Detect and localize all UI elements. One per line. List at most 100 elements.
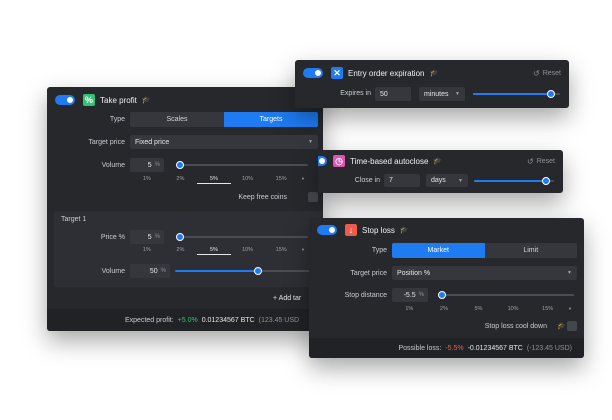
type-option-scales[interactable]: Scales	[130, 112, 224, 127]
target-price-label: Target price	[88, 139, 125, 146]
expires-slider-handle[interactable]	[547, 90, 556, 98]
expected-profit-pct: +5.0%	[177, 316, 198, 324]
distance-tick-1[interactable]: 1%	[392, 306, 427, 313]
chevron-down-icon: ▼	[308, 139, 313, 145]
volume-tick-5[interactable]: 5%	[197, 176, 231, 184]
volume-ticks: 1% 2% 5% 10% 15% ▼	[130, 176, 308, 184]
target-volume-slider[interactable]	[175, 267, 323, 275]
entry-expiration-reset-button[interactable]: ↺ Reset	[533, 60, 561, 86]
target-volume-input[interactable]: 50 %	[130, 264, 170, 278]
expires-input[interactable]: 50	[375, 87, 411, 101]
type-option-targets[interactable]: Targets	[224, 112, 318, 127]
stop-distance-slider-handle[interactable]	[438, 291, 446, 299]
autoclose-title: Time-based autoclose	[350, 156, 429, 166]
distance-tick-10[interactable]: 10%	[496, 306, 531, 313]
reset-icon: ↺	[533, 68, 540, 78]
expected-profit-label: Expected profit:	[125, 316, 174, 324]
graduation-cap-icon[interactable]: 🎓	[142, 96, 151, 104]
price-tick-10[interactable]: 10%	[231, 247, 265, 255]
price-label: Price %	[100, 234, 125, 241]
price-tick-15[interactable]: 15%	[264, 247, 298, 255]
close-in-slider-fill	[474, 180, 546, 182]
autoclose-reset-button[interactable]: ↺ Reset	[527, 150, 555, 172]
price-input[interactable]: 5 %	[130, 230, 164, 244]
target-volume-unit: %	[160, 268, 166, 274]
close-in-label: Close in	[354, 177, 380, 184]
possible-loss-bar: Possible loss: -5.5% -0.01234567 BTC (-1…	[309, 338, 584, 358]
cooldown-checkbox[interactable]	[567, 321, 577, 331]
possible-loss-btc: -0.01234567 BTC	[467, 344, 523, 352]
add-target-button[interactable]: + Add tar	[273, 295, 301, 302]
price-tick-5[interactable]: 5%	[197, 247, 231, 255]
distance-tick-2[interactable]: 2%	[427, 306, 462, 313]
price-slider-handle[interactable]	[176, 233, 184, 241]
target-volume-value: 50	[149, 267, 158, 275]
distance-ticks-chevron-icon[interactable]: ▼	[565, 306, 575, 313]
price-ticks-chevron-icon[interactable]: ▼	[298, 247, 308, 255]
target-title: Target 1	[61, 216, 87, 223]
cooldown-label: Stop loss cool down	[484, 323, 547, 330]
price-tick-2[interactable]: 2%	[164, 247, 198, 255]
stop-loss-target-price-select[interactable]: Position % ▼	[392, 266, 577, 280]
target-price-value: Fixed price	[135, 138, 170, 146]
expected-profit-usd: (123.45 USD	[258, 316, 300, 324]
chevron-down-icon: ▼	[458, 177, 463, 184]
reset-label: Reset	[536, 157, 555, 165]
price-unit: %	[154, 234, 160, 240]
stop-distance-slider[interactable]	[438, 291, 574, 299]
close-in-unit-select[interactable]: days ▼	[426, 174, 468, 187]
graduation-cap-icon[interactable]: 🎓	[400, 226, 409, 234]
expected-profit-bar: Expected profit: +5.0% 0.01234567 BTC (1…	[47, 309, 323, 331]
volume-tick-15[interactable]: 15%	[264, 176, 298, 184]
price-ticks: 1% 2% 5% 10% 15% ▼	[130, 247, 308, 255]
stop-distance-unit: %	[418, 292, 424, 298]
price-slider[interactable]	[176, 233, 308, 241]
expires-unit-select[interactable]: minutes ▼	[419, 87, 465, 101]
stop-loss-target-price-value: Position %	[397, 269, 431, 277]
graduation-cap-icon[interactable]: 🎓	[557, 322, 566, 330]
volume-tick-10[interactable]: 10%	[231, 176, 265, 184]
stop-loss-toggle[interactable]	[317, 225, 337, 235]
take-profit-toggle[interactable]	[55, 95, 75, 105]
type-option-market[interactable]: Market	[392, 243, 485, 258]
close-in-slider-handle[interactable]	[542, 177, 550, 185]
volume-input[interactable]: 5 %	[130, 158, 164, 172]
take-profit-title: Take profit	[100, 95, 137, 105]
graduation-cap-icon[interactable]: 🎓	[433, 157, 442, 165]
distance-tick-5[interactable]: 5%	[461, 306, 496, 313]
stop-loss-type-switch: Market Limit	[392, 243, 577, 258]
volume-tick-1[interactable]: 1%	[130, 176, 164, 184]
graduation-cap-icon[interactable]: 🎓	[429, 69, 438, 77]
percent-icon: %	[83, 94, 95, 106]
volume-slider-handle[interactable]	[176, 161, 184, 169]
close-icon: ✕	[331, 67, 343, 79]
clock-icon: ◷	[333, 155, 345, 167]
target-volume-slider-handle[interactable]	[253, 267, 262, 275]
expires-slider[interactable]	[473, 90, 560, 98]
price-value: 5	[147, 233, 152, 241]
autoclose-toggle[interactable]	[318, 156, 327, 166]
close-in-input[interactable]: 7	[384, 174, 420, 187]
keep-free-coins-checkbox[interactable]	[308, 192, 318, 202]
target-price-select[interactable]: Fixed price ▼	[130, 135, 318, 149]
stop-distance-ticks: 1% 2% 5% 10% 15% ▼	[392, 306, 575, 313]
take-profit-panel: % Take profit 🎓 ↺ Type Scales Targets Ta…	[47, 87, 323, 331]
possible-loss-pct: -5.5%	[445, 344, 464, 352]
stop-distance-value: -5.5	[403, 291, 416, 299]
possible-loss-label: Possible loss:	[398, 344, 442, 352]
close-in-slider[interactable]	[474, 177, 554, 185]
expires-value: 50	[380, 90, 388, 98]
close-in-unit-value: days	[431, 177, 446, 184]
stop-distance-input[interactable]: -5.5 %	[392, 288, 428, 302]
volume-tick-2[interactable]: 2%	[164, 176, 198, 184]
entry-expiration-panel: ✕ Entry order expiration 🎓 ↺ Reset Expir…	[295, 60, 569, 108]
ticks-chevron-icon[interactable]: ▼	[298, 176, 308, 184]
type-option-limit[interactable]: Limit	[484, 243, 577, 258]
distance-tick-15[interactable]: 15%	[530, 306, 565, 313]
expires-unit-value: minutes	[424, 90, 449, 98]
volume-slider[interactable]	[176, 161, 308, 169]
entry-expiration-toggle[interactable]	[303, 68, 323, 78]
stop-distance-label: Stop distance	[344, 292, 387, 299]
price-tick-1[interactable]: 1%	[130, 247, 164, 255]
stop-loss-title: Stop loss	[362, 225, 395, 235]
